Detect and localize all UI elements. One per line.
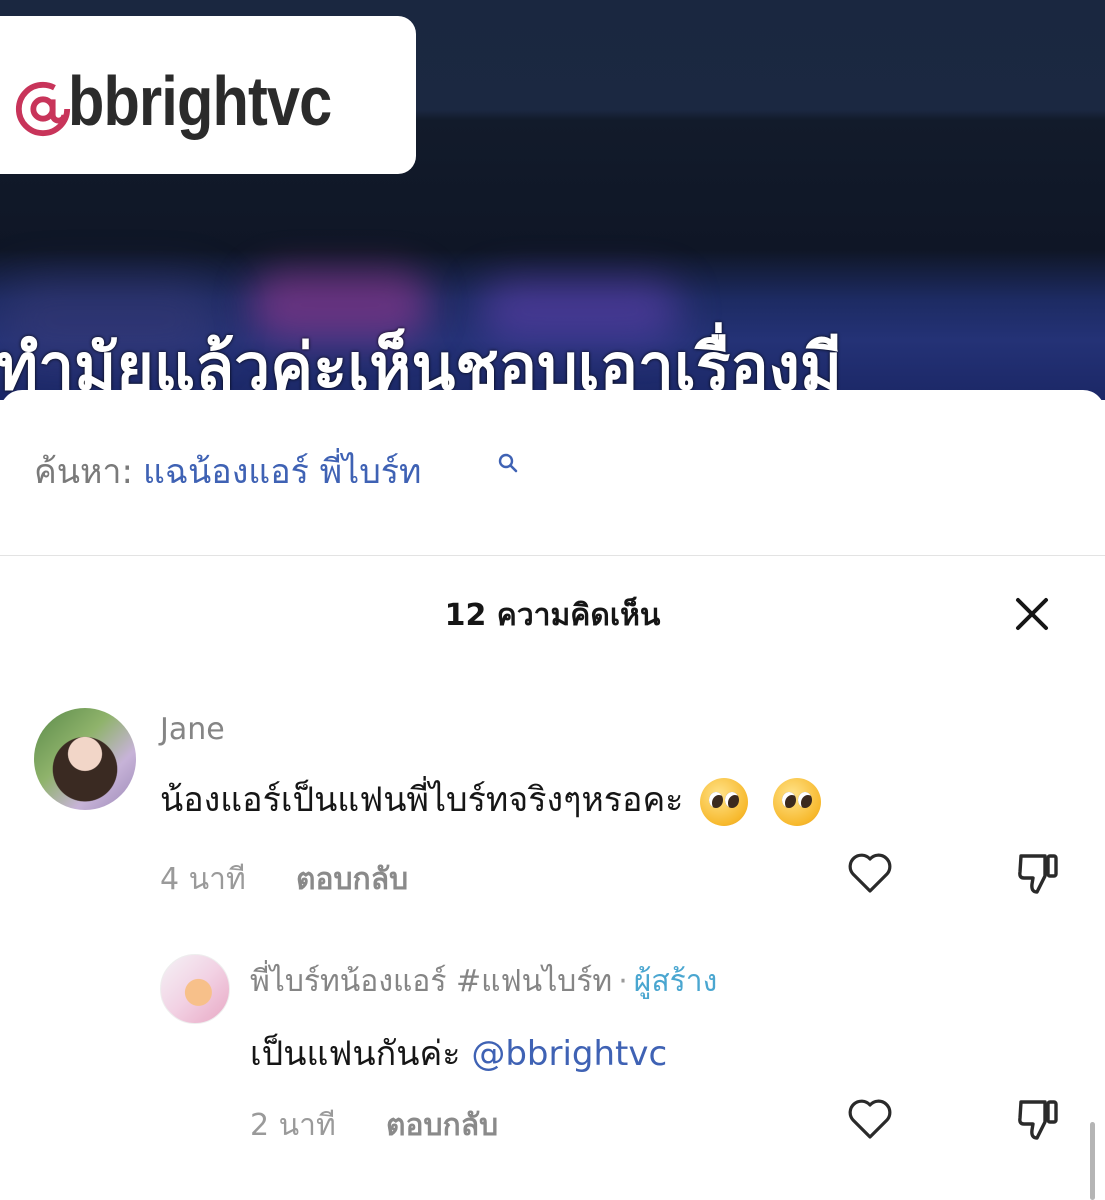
reply-button[interactable]: ตอบกลับ	[386, 1102, 498, 1149]
pleading-face-emoji-icon	[773, 777, 822, 826]
comment-text-body: น้องแอร์เป็นแฟนพี่ไบร์ทจริงๆหรอคะ	[160, 780, 684, 820]
heart-icon[interactable]	[846, 850, 894, 896]
reply-button[interactable]: ตอบกลับ	[296, 856, 408, 903]
creator-badge: ผู้สร้าง	[633, 964, 718, 999]
search-query-link[interactable]: แฉน้องแอร์ พี่ไบร์ท	[143, 452, 422, 492]
thumbs-down-icon[interactable]	[1015, 850, 1061, 898]
search-suggestion[interactable]: ค้นหา: แฉน้องแอร์ พี่ไบร์ท	[34, 452, 421, 493]
mention-link[interactable]: @bbrightvc	[471, 1034, 667, 1074]
close-icon[interactable]	[1010, 592, 1054, 636]
handle-text: bbright​vc	[68, 62, 332, 140]
search-label: ค้นหา:	[34, 452, 133, 492]
comment-text: น้องแอร์เป็นแฟนพี่ไบร์ทจริงๆหรอคะ	[160, 772, 822, 826]
reply-text-body: เป็นแฟนกันค่ะ	[250, 1034, 461, 1074]
reply-author-name[interactable]: พี่ไบร์ทน้องแอร์ #แฟนไบร์ท	[250, 964, 612, 999]
pleading-face-emoji-icon	[700, 777, 749, 826]
reply-timestamp: 2 นาที	[250, 1108, 336, 1143]
reply-text: เป็นแฟนกันค่ะ @bbrightvc	[250, 1026, 667, 1080]
thumbs-down-icon[interactable]	[1015, 1096, 1061, 1144]
avatar[interactable]	[34, 708, 136, 810]
comments-count-title: 12 ความคิดเห็น	[444, 598, 661, 633]
divider	[0, 555, 1105, 556]
avatar[interactable]	[160, 954, 230, 1024]
at-sign-icon	[15, 81, 71, 137]
handle-watermark: bbright​vc	[0, 16, 416, 174]
search-icon[interactable]	[496, 452, 520, 476]
heart-icon[interactable]	[846, 1096, 894, 1142]
comment-timestamp: 4 นาที	[160, 862, 246, 897]
separator-dot: ·	[618, 964, 628, 999]
scrollbar[interactable]	[1090, 1122, 1095, 1200]
comment-author[interactable]: Jane	[160, 712, 225, 747]
reply-author: พี่ไบร์ทน้องแอร์ #แฟนไบร์ท · ผู้สร้าง	[250, 958, 717, 1005]
video-player[interactable]: bbright​vc ทำมัยแล้วค่ะเห็นชอบเอาเรื่องม…	[0, 0, 1105, 400]
